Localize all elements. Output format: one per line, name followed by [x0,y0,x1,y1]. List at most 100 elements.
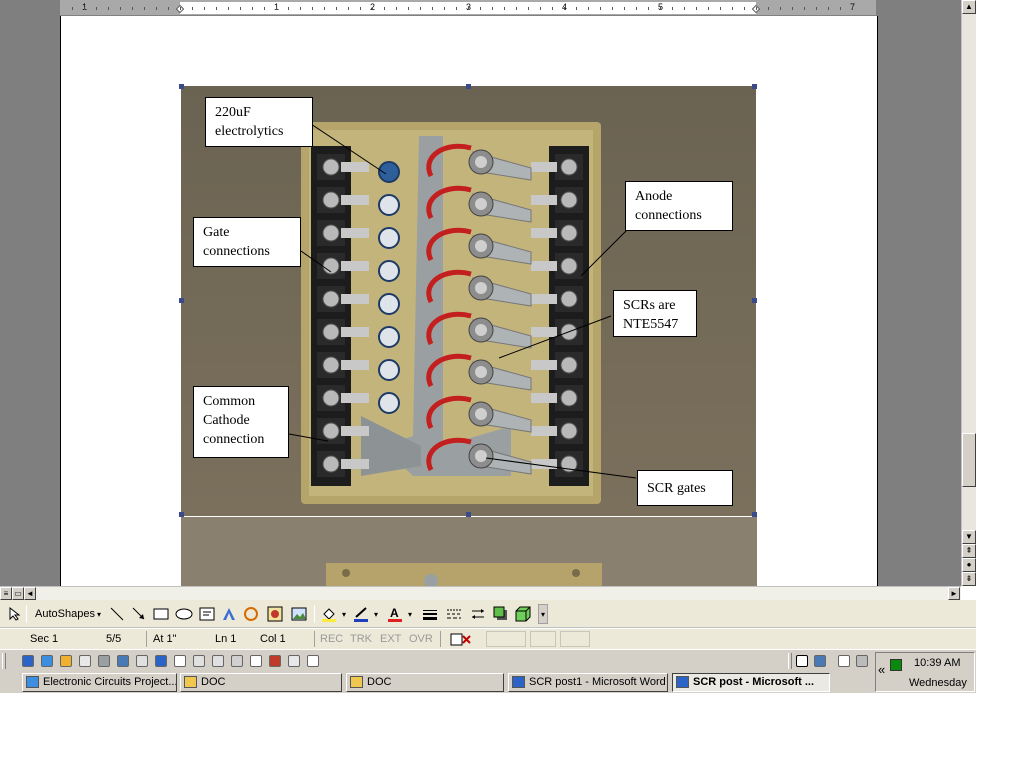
capacitor [378,260,400,282]
selection-handle[interactable] [179,512,184,517]
media-icon[interactable] [288,655,300,667]
select-objects-icon[interactable] [6,604,22,624]
dash-style-icon[interactable] [444,604,464,624]
ruler-tick [228,7,229,10]
previous-page-icon[interactable]: ⇞ [962,544,976,558]
search-icon[interactable] [231,655,243,667]
clip-art-icon[interactable] [266,604,284,624]
horizontal-scrollbar[interactable]: ≡ ▭ ◄ ► [0,586,961,600]
clock-time[interactable]: 10:39 AM [914,657,960,669]
status-ext[interactable]: EXT [380,633,401,645]
diagram-icon[interactable] [242,604,260,624]
spelling-status-icon[interactable] [448,629,474,649]
window-icon[interactable] [212,655,224,667]
tray-tool-icon[interactable] [856,655,868,667]
taskbar-button[interactable]: DOC [180,673,342,692]
outlook-icon[interactable] [60,655,72,667]
callout-scr-gates[interactable]: SCR gates [637,470,733,506]
taskbar-button-label: DOC [201,676,226,688]
network-icon[interactable] [117,655,129,667]
window-icon[interactable] [307,655,319,667]
control-panel-icon[interactable] [269,655,281,667]
window-icon[interactable] [193,655,205,667]
select-browse-object-icon[interactable]: ● [962,558,976,572]
selection-handle[interactable] [752,84,757,89]
line-color-dropdown-icon[interactable]: ▾ [372,604,380,624]
line-style-icon[interactable] [420,604,440,624]
selection-handle[interactable] [466,512,471,517]
autoshapes-menu-button[interactable]: AutoShapes ▾ [32,604,104,624]
callout-gate-connections[interactable]: Gate connections [193,217,301,267]
shadow-style-icon[interactable] [492,604,510,624]
scroll-left-button[interactable]: ◄ [24,587,36,600]
selection-handle[interactable] [179,84,184,89]
selection-handle[interactable] [752,298,757,303]
ruler-tick [780,7,781,10]
ruler-tick [180,7,181,10]
horizontal-ruler[interactable]: 1 1 2 3 4 5 7 [60,0,876,16]
taskbar-button[interactable]: SCR post - Microsoft ... [672,673,830,692]
next-page-icon[interactable]: ⇟ [962,572,976,586]
status-page: 5/5 [106,633,122,645]
arrow-style-icon[interactable] [468,604,488,624]
insert-picture-icon[interactable] [290,604,308,624]
monitor-icon[interactable] [814,655,826,667]
ruler-tick [372,7,373,10]
selection-handle[interactable] [466,84,471,89]
font-color-dropdown-icon[interactable]: ▾ [406,604,414,624]
notepad-icon[interactable] [250,655,262,667]
taskbar-button[interactable]: SCR post1 - Microsoft Word [508,673,668,692]
fill-color-dropdown-icon[interactable]: ▾ [340,604,348,624]
callout-common-cathode[interactable]: Common Cathode connection [193,386,289,458]
status-trk[interactable]: TRK [350,633,372,645]
folder-icon [184,676,197,688]
rectangle-icon[interactable] [152,604,170,624]
callout-capacitors[interactable]: 220uF electrolytics [205,97,313,147]
scroll-right-button[interactable]: ► [948,587,960,600]
calc-icon[interactable] [136,655,148,667]
ie-icon[interactable] [41,655,53,667]
clock-icon[interactable] [174,655,186,667]
network-status-icon[interactable] [890,659,902,671]
arrow-icon[interactable] [130,604,148,624]
ruler-tick [684,7,685,10]
toolbar-options-icon[interactable]: ▾ [538,604,548,624]
second-photo-partial[interactable] [181,517,757,586]
web-view-icon[interactable]: ▭ [12,587,24,600]
3d-style-icon[interactable] [514,604,532,624]
vertical-scrollbar[interactable]: ▲ ▼ ⇞ ● ⇟ [961,0,976,586]
ruler-tick [264,7,265,10]
oval-icon[interactable] [174,604,194,624]
taskbar-button[interactable]: DOC [346,673,504,692]
line-color-icon[interactable] [352,604,370,624]
wordart-icon[interactable] [220,604,238,624]
selection-handle[interactable] [752,512,757,517]
status-ovr[interactable]: OVR [409,633,433,645]
fill-color-icon[interactable] [320,604,338,624]
line-icon[interactable] [108,604,126,624]
pen-tool-icon[interactable] [838,655,850,667]
font-color-icon[interactable]: A [386,604,404,624]
scroll-down-button[interactable]: ▼ [962,530,976,544]
status-rec[interactable]: REC [320,633,343,645]
quicklaunch-grip[interactable] [2,653,6,669]
text-box-icon[interactable] [198,604,216,624]
screw-icon [322,389,340,407]
selection-handle[interactable] [179,298,184,303]
toolbar-grip[interactable] [788,653,792,669]
callout-scrs[interactable]: SCRs are NTE5547 [613,290,697,337]
scroll-up-button[interactable]: ▲ [962,0,976,14]
vertical-scroll-thumb[interactable] [962,433,976,487]
ruler-tick [732,7,733,10]
normal-view-icon[interactable]: ≡ [0,587,12,600]
terminal-lug [531,393,557,403]
screw-icon [560,422,578,440]
show-desktop-icon[interactable] [22,655,34,667]
paint-icon[interactable] [98,655,110,667]
capacitor [378,392,400,414]
word-icon[interactable] [79,655,91,667]
callout-anode-connections[interactable]: Anode connections [625,181,733,231]
taskbar-button[interactable]: Electronic Circuits Project... [22,673,177,692]
media-player-icon[interactable] [155,655,167,667]
edit-tool-icon[interactable] [796,655,808,667]
